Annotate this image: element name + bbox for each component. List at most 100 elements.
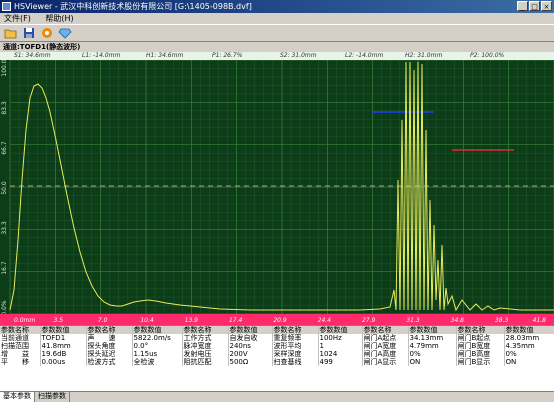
x-tick-label: 3.5 xyxy=(54,317,64,324)
open-folder-icon[interactable] xyxy=(3,26,18,40)
parameter-table: 参数名称 参数数值 参数名称 参数数值 参数名称 参数数值 参数名称 参数数值 参数名称 参数数值… xyxy=(0,325,554,392)
save-disk-icon[interactable] xyxy=(21,26,36,40)
param-cell: 闸门A高度 xyxy=(362,350,409,358)
param-cell: ON xyxy=(408,358,457,366)
param-header-cell: 参数名称 xyxy=(86,326,133,334)
x-tick-label: 27.9 xyxy=(362,317,376,324)
param-header-cell: 参数名称 xyxy=(362,326,409,334)
param-cell: 全检波 xyxy=(132,358,183,366)
param-cell: 闸门B宽度 xyxy=(456,342,505,350)
param-cell: 当前通道 xyxy=(0,334,41,342)
param-cell: 脉冲宽度 xyxy=(182,342,229,350)
menu-file[interactable]: 文件(F) xyxy=(4,14,31,23)
param-cell: 平 移 xyxy=(0,358,41,366)
param-cell: 声 速 xyxy=(86,334,133,342)
diamond-icon[interactable] xyxy=(57,26,72,40)
param-cell: 200V xyxy=(228,350,273,358)
param-cell: 自发自收 xyxy=(228,334,273,342)
param-cell: 0% xyxy=(408,350,457,358)
y-tick-label: 100.0 xyxy=(1,60,8,77)
y-tick-label: 83.3 xyxy=(1,101,8,115)
param-cell: 34.13mm xyxy=(408,334,457,342)
maximize-button[interactable]: □ xyxy=(529,1,540,11)
cursor-l2: L2: -14.0mm xyxy=(345,52,384,59)
waveform-plot[interactable]: 100.0 83.3 66.7 50.0 33.3 16.7 0.0% 0.0mm 3.5 7.… xyxy=(0,60,554,325)
x-tick-label: 17.4 xyxy=(229,317,243,324)
x-tick-label: 10.4 xyxy=(140,317,154,324)
param-cell: 阻抗匹配 xyxy=(182,358,229,366)
param-cell: 1 xyxy=(318,342,363,350)
param-row: 扫描范围 41.8mm 探头角度 0.0° 脉冲宽度 240ns 波形平均 1 闸门A宽度 4.7… xyxy=(0,342,554,350)
menu-help[interactable]: 帮助(H) xyxy=(45,14,73,23)
param-cell: 1024 xyxy=(318,350,363,358)
param-cell: 工作方式 xyxy=(182,334,229,342)
title-bar: HSViewer - 武汉中科创新技术股份有限公司 [G:\1405-098B.… xyxy=(0,0,554,13)
param-cell: 探头延迟 xyxy=(86,350,133,358)
param-cell: 100Hz xyxy=(318,334,363,342)
x-tick-label: 31.3 xyxy=(406,317,420,324)
param-cell: 4.35mm xyxy=(504,342,554,350)
y-tick-label: 66.7 xyxy=(1,141,8,155)
menu-bar: 文件(F) 帮助(H) xyxy=(0,13,554,24)
param-cell: 500Ω xyxy=(228,358,273,366)
param-row: 平 移 0.00us 检波方式 全检波 阻抗匹配 500Ω 扫查基线 499 闸门A显示 ON 闸门… xyxy=(0,358,554,366)
param-cell: 重复频率 xyxy=(272,334,319,342)
param-cell: 发射电压 xyxy=(182,350,229,358)
param-header-cell: 参数数值 xyxy=(318,326,363,334)
waveform-svg: 100.0 83.3 66.7 50.0 33.3 16.7 0.0% 0.0mm 3.5 7.… xyxy=(0,60,554,325)
param-cell: 检波方式 xyxy=(86,358,133,366)
param-cell: 闸门A显示 xyxy=(362,358,409,366)
y-tick-label: 16.7 xyxy=(1,261,8,275)
close-button[interactable]: × xyxy=(541,1,552,11)
param-header-cell: 参数数值 xyxy=(504,326,554,334)
param-cell: 闸门A起点 xyxy=(362,334,409,342)
x-tick-label: 38.3 xyxy=(495,317,509,324)
param-header-cell: 参数数值 xyxy=(228,326,273,334)
param-row: 增 益 19.6dB 探头延迟 1.15us 发射电压 200V 采样深度 1024 闸门A高度… xyxy=(0,350,554,358)
x-tick-label: 24.4 xyxy=(318,317,332,324)
x-tick-label: 13.9 xyxy=(185,317,199,324)
param-header-cell: 参数数值 xyxy=(132,326,183,334)
param-cell: 5822.0m/s xyxy=(132,334,183,342)
param-cell: 采样深度 xyxy=(272,350,319,358)
param-cell: 增 益 xyxy=(0,350,41,358)
x-tick-label: 7.0 xyxy=(98,317,108,324)
param-cell: 波形平均 xyxy=(272,342,319,350)
channel-label: 通道:TOFD1(静态波形) xyxy=(3,43,81,51)
param-cell: 0% xyxy=(504,350,554,358)
cursor-s1: S1: 34.6mm xyxy=(14,52,51,59)
cursor-h2: H2: 31.0mm xyxy=(405,52,443,59)
window-title: HSViewer - 武汉中科创新技术股份有限公司 [G:\1405-098B.… xyxy=(14,2,252,11)
param-cell: 探头角度 xyxy=(86,342,133,350)
param-header-cell: 参数数值 xyxy=(408,326,457,334)
param-cell: 19.6dB xyxy=(40,350,87,358)
param-cell: 闸门A宽度 xyxy=(362,342,409,350)
plot-grid xyxy=(9,60,554,315)
param-cell: 28.03mm xyxy=(504,334,554,342)
param-header-cell: 参数名称 xyxy=(0,326,41,334)
param-header-cell: 参数名称 xyxy=(456,326,505,334)
param-row: 当前通道 TOFD1 声 速 5822.0m/s 工作方式 自发自收 重复频率 100Hz 闸门… xyxy=(0,334,554,342)
cursor-h1: H1: 34.6mm xyxy=(146,52,184,59)
x-tick-label: 0.0mm xyxy=(14,317,35,324)
cursor-readout-bar: S1: 34.6mm L1: -14.0mm H1: 34.6mm P1: 26… xyxy=(0,52,554,60)
param-cell: 499 xyxy=(318,358,363,366)
param-header-row: 参数名称 参数数值 参数名称 参数数值 参数名称 参数数值 参数名称 参数数值 参数名称 参数数值… xyxy=(0,326,554,334)
param-cell: 扫查基线 xyxy=(272,358,319,366)
y-tick-label: 0.0% xyxy=(1,300,8,316)
minimize-button[interactable]: _ xyxy=(517,1,528,11)
cursor-l1: L1: -14.0mm xyxy=(82,52,121,59)
param-cell: ON xyxy=(504,358,554,366)
param-header-cell: 参数名称 xyxy=(272,326,319,334)
settings-gear-icon[interactable] xyxy=(39,26,54,40)
param-cell: TOFD1 xyxy=(40,334,87,342)
y-tick-label: 50.0 xyxy=(1,181,8,195)
x-tick-label: 41.8 xyxy=(533,317,547,324)
bottom-tabs: 基本参数 扫描参数 xyxy=(0,391,554,402)
param-cell: 0.00us xyxy=(40,358,87,366)
x-tick-label: 34.8 xyxy=(451,317,465,324)
cursor-p1: P1: 26.7% xyxy=(212,52,243,59)
param-cell: 闸门B高度 xyxy=(456,350,505,358)
cursor-s2: S2: 31.0mm xyxy=(280,52,317,59)
param-cell: 4.79mm xyxy=(408,342,457,350)
